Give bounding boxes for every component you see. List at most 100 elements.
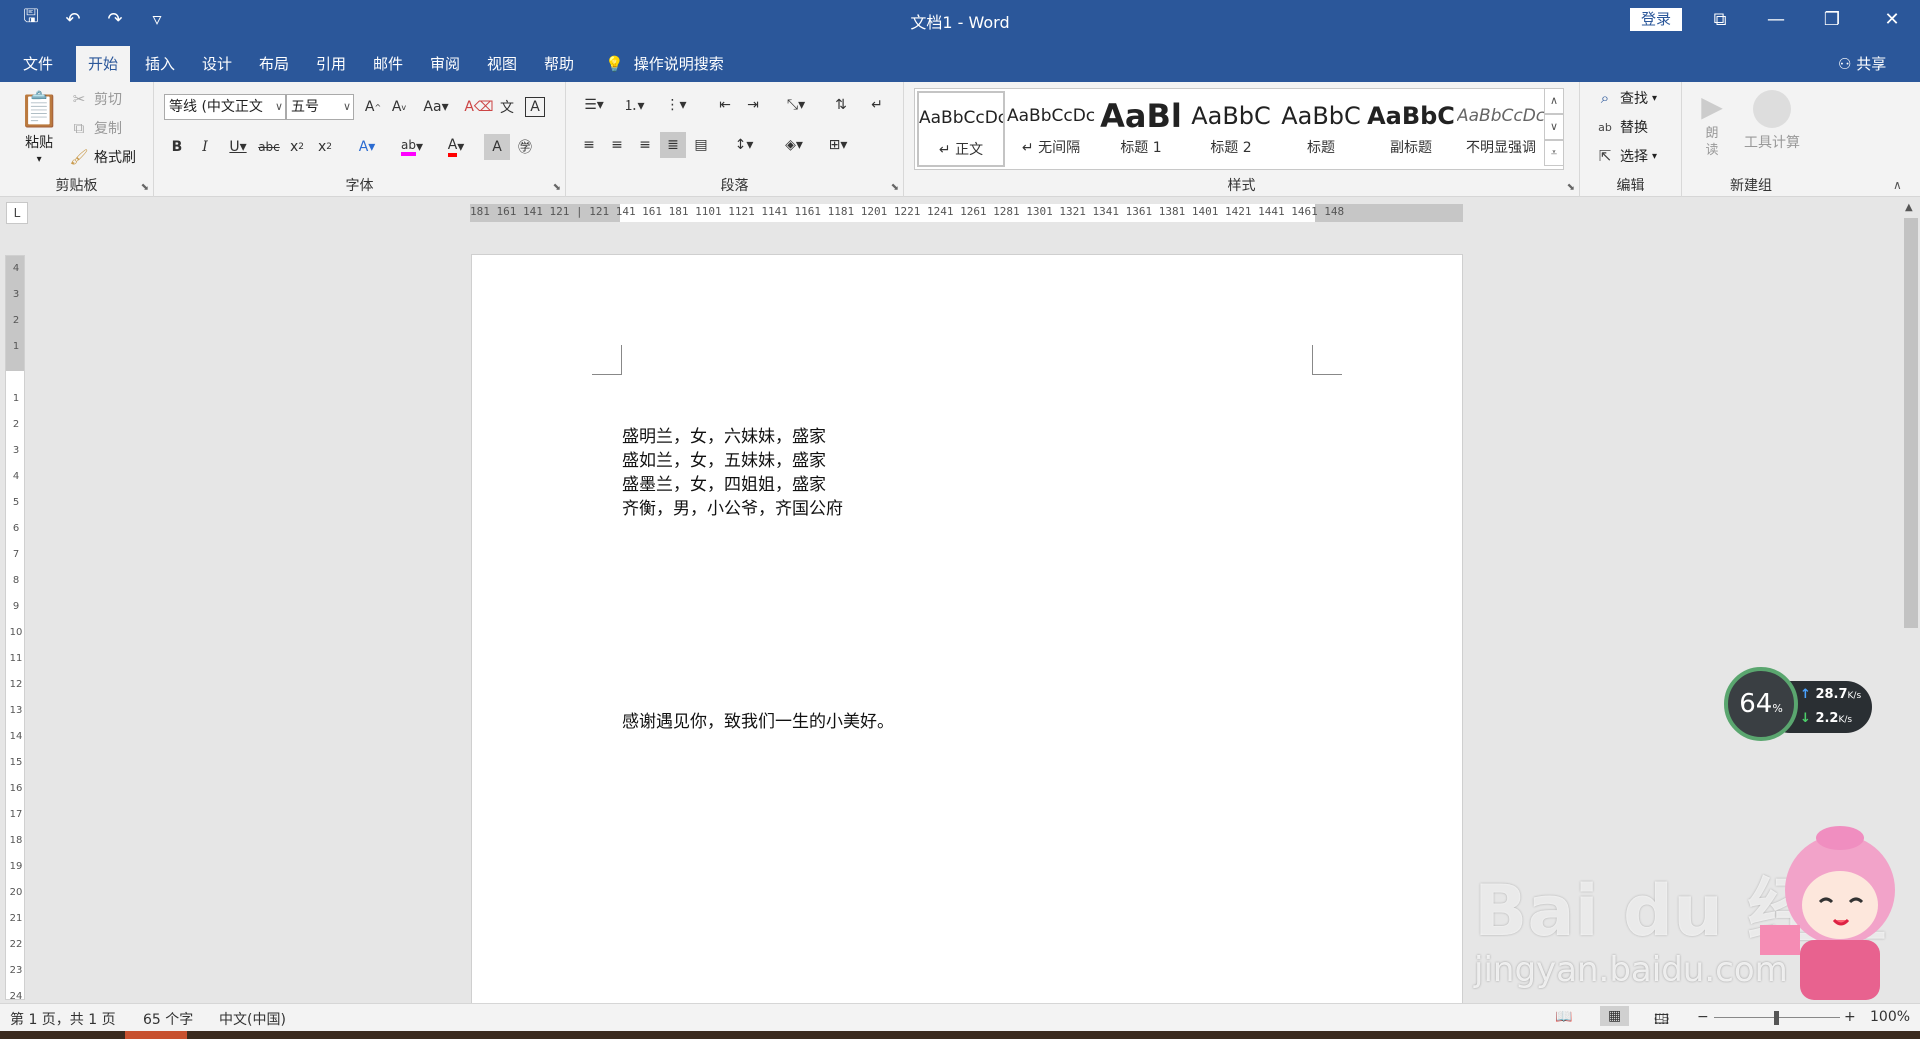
- distributed-icon[interactable]: ▤: [688, 132, 714, 158]
- gallery-scroll-up-icon[interactable]: ∧: [1544, 88, 1564, 114]
- tab-layout[interactable]: 布局: [249, 46, 299, 82]
- tab-design[interactable]: 设计: [192, 46, 242, 82]
- tab-file[interactable]: 文件: [13, 46, 63, 82]
- dialog-launcher-icon[interactable]: ⬊: [1567, 182, 1575, 193]
- close-icon[interactable]: ✕: [1864, 0, 1920, 38]
- zoom-out-icon[interactable]: −: [1697, 1009, 1709, 1025]
- style-subtle-emphasis[interactable]: AaBbCcDc 不明显强调: [1457, 91, 1545, 167]
- zoom-in-icon[interactable]: +: [1844, 1009, 1856, 1025]
- document-line[interactable]: 盛墨兰，女，四姐姐，盛家: [622, 470, 826, 495]
- phonetic-guide-icon[interactable]: 文: [494, 94, 520, 120]
- tab-review[interactable]: 审阅: [420, 46, 470, 82]
- font-size-combo[interactable]: 五号 ∨: [286, 94, 354, 120]
- zoom-level[interactable]: 100%: [1870, 1009, 1910, 1025]
- italic-icon[interactable]: I: [192, 134, 218, 160]
- style-title[interactable]: AaBbC 标题: [1277, 91, 1365, 167]
- shading-icon[interactable]: ◈▾: [776, 132, 812, 158]
- numbering-icon[interactable]: ⒈▾: [616, 92, 652, 118]
- print-layout-icon[interactable]: ▦: [1600, 1006, 1630, 1026]
- document-line[interactable]: 感谢遇见你，致我们一生的小美好。: [622, 707, 894, 732]
- character-shading-icon[interactable]: A: [484, 134, 510, 160]
- underline-icon[interactable]: U▾: [220, 134, 256, 160]
- replace-button[interactable]: ab 替换: [1594, 116, 1648, 138]
- document-line[interactable]: 齐衡，男，小公爷，齐国公府: [622, 494, 843, 519]
- horizontal-ruler[interactable]: 181 161 141 121 | 121 141 161 181 1101 1…: [470, 204, 1463, 222]
- gallery-scroll-down-icon[interactable]: ∨: [1544, 114, 1564, 140]
- style-subtitle[interactable]: AaBbC 副标题: [1367, 91, 1455, 167]
- word-count[interactable]: 65 个字: [143, 1009, 193, 1029]
- change-case-icon[interactable]: Aa▾: [418, 94, 454, 120]
- show-marks-icon[interactable]: ↵: [864, 92, 890, 118]
- superscript-icon[interactable]: x2: [312, 134, 338, 160]
- page-count[interactable]: 第 1 页，共 1 页: [10, 1009, 116, 1029]
- format-painter-button[interactable]: 🖌 格式刷: [68, 146, 136, 168]
- dialog-launcher-icon[interactable]: ⬊: [141, 182, 149, 193]
- align-center-icon[interactable]: ≡: [604, 132, 630, 158]
- tab-home[interactable]: 开始: [76, 46, 131, 82]
- tool-calc-button[interactable]: 工具计算: [1744, 90, 1800, 152]
- character-border-icon[interactable]: A: [525, 97, 545, 117]
- select-button[interactable]: ⇱ 选择 ▾: [1594, 145, 1657, 167]
- borders-icon[interactable]: ⊞▾: [820, 132, 856, 158]
- dialog-launcher-icon[interactable]: ⬊: [891, 182, 899, 193]
- web-layout-icon[interactable]: 🖽: [1654, 1009, 1669, 1033]
- font-color-icon[interactable]: A ▾: [438, 134, 474, 160]
- login-button[interactable]: 登录: [1630, 8, 1682, 31]
- strikethrough-icon[interactable]: abc: [256, 134, 282, 160]
- paragraph-group-label: 段落: [720, 178, 749, 194]
- tab-mailings[interactable]: 邮件: [363, 46, 413, 82]
- read-mode-icon[interactable]: 📖: [1555, 1009, 1572, 1025]
- network-monitor-widget[interactable]: 64% ↑ 28.7K/s ↓ 2.2K/s: [1724, 667, 1872, 741]
- style-heading-1[interactable]: AaBl 标题 1: [1097, 91, 1185, 167]
- font-name-combo[interactable]: 等线 (中文正文 ∨: [164, 94, 286, 120]
- text-effects-icon[interactable]: A▾: [350, 134, 384, 160]
- decrease-indent-icon[interactable]: ⇤: [712, 92, 738, 118]
- vertical-ruler[interactable]: 4 3 2 1 1 2 3 4 5 6 7 8 9 10 11 12 13 14…: [5, 255, 25, 1002]
- style-no-spacing[interactable]: AaBbCcDc ↵ 无间隔: [1007, 91, 1095, 167]
- dialog-launcher-icon[interactable]: ⬊: [553, 182, 561, 193]
- bold-icon[interactable]: B: [164, 134, 190, 160]
- line-spacing-icon[interactable]: ↕▾: [726, 132, 762, 158]
- taskbar-active-app[interactable]: [125, 1031, 187, 1039]
- copy-button[interactable]: ⧉ 复制: [68, 117, 122, 139]
- sort-icon[interactable]: ⇅: [828, 92, 854, 118]
- tab-references[interactable]: 引用: [306, 46, 356, 82]
- tell-me-search[interactable]: 💡 操作说明搜索: [605, 46, 724, 82]
- share-button[interactable]: ⚇ 共享: [1838, 46, 1886, 82]
- gallery-more-icon[interactable]: ⩡: [1544, 140, 1564, 166]
- increase-indent-icon[interactable]: ⇥: [740, 92, 766, 118]
- document-page[interactable]: 盛明兰，女，六妹妹，盛家 盛如兰，女，五妹妹，盛家 盛墨兰，女，四姐姐，盛家 齐…: [471, 254, 1463, 1006]
- scrollbar-thumb[interactable]: [1904, 218, 1918, 628]
- tab-help[interactable]: 帮助: [534, 46, 584, 82]
- find-button[interactable]: ⌕ 查找 ▾: [1594, 87, 1657, 109]
- align-right-icon[interactable]: ≡: [632, 132, 658, 158]
- justify-icon[interactable]: ≣: [660, 132, 686, 158]
- document-line[interactable]: 盛如兰，女，五妹妹，盛家: [622, 446, 826, 471]
- cut-button[interactable]: ✂ 剪切: [68, 88, 122, 110]
- read-aloud-button[interactable]: ▶ 朗读: [1700, 90, 1724, 159]
- tab-insert[interactable]: 插入: [135, 46, 185, 82]
- subscript-icon[interactable]: x2: [284, 134, 310, 160]
- minimize-icon[interactable]: —: [1748, 0, 1804, 38]
- ribbon-display-options-icon[interactable]: ⧉: [1692, 0, 1748, 38]
- style-heading-2[interactable]: AaBbC 标题 2: [1187, 91, 1275, 167]
- tab-view[interactable]: 视图: [477, 46, 527, 82]
- multilevel-list-icon[interactable]: ⋮▾: [658, 92, 694, 118]
- enclose-characters-icon[interactable]: ㊫: [512, 134, 538, 160]
- tab-selector-icon[interactable]: L: [6, 202, 28, 224]
- chinese-layout-icon[interactable]: ⤡▾: [778, 92, 814, 118]
- collapse-ribbon-icon[interactable]: ∧: [1893, 178, 1902, 192]
- bullets-icon[interactable]: ☰▾: [576, 92, 612, 118]
- zoom-slider-thumb[interactable]: [1774, 1011, 1779, 1025]
- scroll-up-icon[interactable]: ▲: [1905, 202, 1913, 213]
- clear-formatting-icon[interactable]: A⌫: [464, 94, 493, 120]
- document-line[interactable]: 盛明兰，女，六妹妹，盛家: [622, 422, 826, 447]
- style-normal[interactable]: AaBbCcDc ↵ 正文: [917, 91, 1005, 167]
- language-indicator[interactable]: 中文(中国): [219, 1009, 286, 1029]
- paste-button[interactable]: 📋 粘贴 ▾: [18, 90, 60, 165]
- highlight-color-icon[interactable]: ab ▾: [394, 134, 430, 160]
- align-left-icon[interactable]: ≡: [576, 132, 602, 158]
- grow-font-icon[interactable]: A ^: [360, 94, 386, 120]
- shrink-font-icon[interactable]: Av: [386, 94, 412, 120]
- restore-icon[interactable]: ❐: [1804, 0, 1860, 38]
